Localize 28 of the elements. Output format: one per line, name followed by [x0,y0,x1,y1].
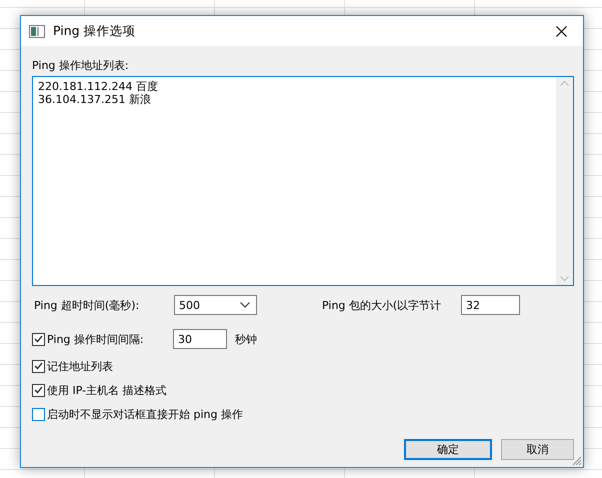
field-label: Ping 操作地址列表: [32,58,130,73]
address-line: 36.104.137.251 新浪 [38,93,152,106]
packet-size-field[interactable]: 32 [461,295,520,315]
checkbox[interactable] [32,360,45,372]
checkbox-label: 使用 IP-主机名 描述格式 [47,382,167,398]
checkbox[interactable] [32,408,45,420]
dialog-button[interactable]: 确定 [404,439,492,460]
chevron-down-icon [240,302,250,308]
checkbox-label: Ping 操作时间间隔: [47,332,144,346]
checkbox-label: 启动时不显示对话框直接开始 ping 操作 [47,406,243,422]
window-title: Ping 操作选项 [53,22,137,40]
close-icon [556,26,566,36]
resize-grip-icon [572,456,582,466]
field-label: Ping 包的大小(以字节计 [322,298,442,312]
scroll-up-icon [560,81,569,86]
scroll-down-icon [560,276,569,281]
unit-label: 秒钟 [235,332,257,346]
app-icon [29,24,45,38]
interval-field[interactable]: 30 [173,329,227,349]
address-list-field[interactable]: 220.181.112.244 百度 36.104.137.251 新浪 [32,76,574,286]
checkbox[interactable] [32,384,45,396]
checkbox[interactable] [32,332,45,346]
checkbox-label: 记住地址列表 [47,358,113,374]
address-line: 220.181.112.244 百度 [38,80,159,93]
scrollbar[interactable] [556,77,573,285]
field-label: Ping 超时时间(毫秒): [33,298,140,312]
timeout-dropdown[interactable]: 500 [174,295,257,315]
dialog-button[interactable]: 取消 [501,439,574,460]
